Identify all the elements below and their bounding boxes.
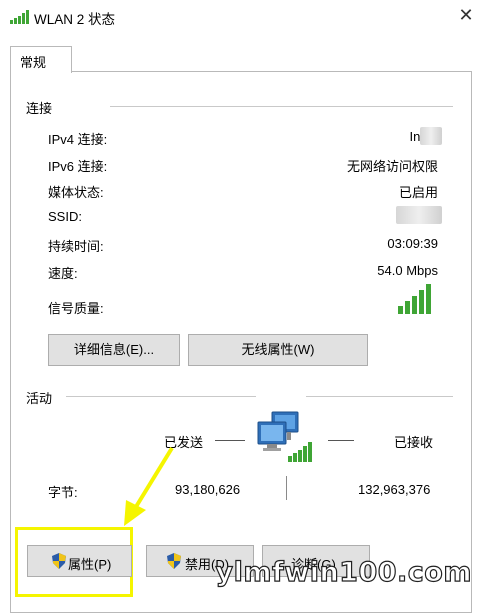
speed-label: 速度: — [48, 266, 78, 281]
activity-divider-right — [306, 396, 453, 397]
duration-label: 持续时间: — [48, 239, 104, 254]
bytes-label: 字节: — [48, 485, 78, 500]
properties-button[interactable]: 属性(P) — [27, 545, 132, 577]
title-bar: WLAN 2 状态 ✕ — [0, 0, 480, 32]
annotation-arrow — [124, 446, 174, 526]
tab-general[interactable]: 常规 — [10, 46, 72, 73]
sent-dash — [215, 440, 245, 441]
activity-section-title: 活动 — [26, 391, 53, 406]
close-button[interactable]: ✕ — [455, 4, 477, 26]
shield-icon — [167, 553, 181, 569]
signal-quality-label: 信号质量: — [48, 301, 104, 316]
wifi-signal-icon — [10, 10, 29, 24]
connection-divider — [110, 106, 453, 107]
bytes-separator — [286, 476, 287, 500]
signal-quality-icon — [398, 284, 431, 314]
ipv6-value: 无网络访问权限 — [346, 159, 438, 174]
connection-section-title: 连接 — [26, 101, 53, 116]
properties-button-label: 属性(P) — [68, 557, 112, 572]
redacted-ipv4 — [420, 127, 442, 145]
sent-bytes-value: 93,180,626 — [175, 482, 241, 497]
media-state-label: 媒体状态: — [48, 185, 104, 200]
ipv6-label: IPv6 连接: — [48, 159, 108, 174]
window-title: WLAN 2 状态 — [34, 12, 116, 27]
network-computers-icon — [257, 411, 312, 462]
media-state-value: 已启用 — [398, 185, 438, 200]
shield-icon — [52, 553, 66, 569]
activity-divider-left — [66, 396, 256, 397]
received-bytes-value: 132,963,376 — [358, 482, 431, 497]
duration-value: 03:09:39 — [387, 236, 438, 251]
speed-value: 54.0 Mbps — [377, 263, 438, 278]
wireless-properties-button[interactable]: 无线属性(W) — [188, 334, 368, 366]
tab-general-label: 常规 — [20, 55, 47, 70]
details-button[interactable]: 详细信息(E)... — [48, 334, 180, 366]
ssid-label: SSID: — [48, 209, 82, 224]
received-dash — [328, 440, 354, 441]
redacted-ssid — [396, 206, 442, 224]
watermark: ylmfwin100.com — [215, 556, 472, 588]
ipv4-label: IPv4 连接: — [48, 132, 108, 147]
received-label: 已接收 — [394, 435, 434, 450]
